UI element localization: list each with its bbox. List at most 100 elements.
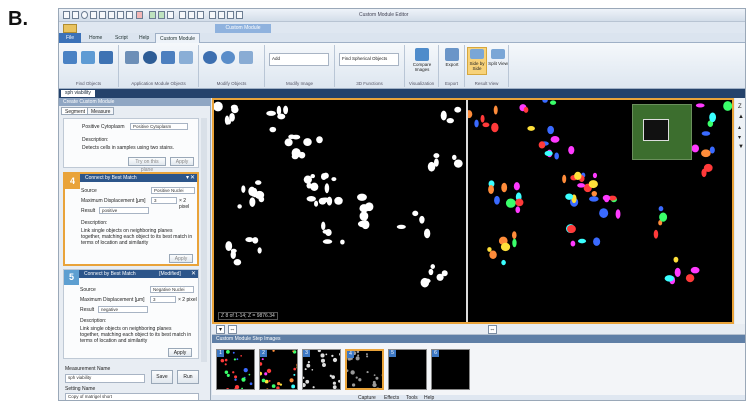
zoom-icon[interactable]: Z	[738, 104, 742, 110]
result-field[interactable]: positive	[99, 207, 149, 214]
tab-help[interactable]: Help	[135, 33, 153, 43]
image-viewer[interactable]: Z 8 of 1-14; Z = 9876.34	[212, 98, 734, 324]
step-thumbnail[interactable]: 5	[388, 349, 427, 390]
filter-icon[interactable]	[179, 51, 193, 64]
ring-icon[interactable]	[143, 51, 157, 64]
step-thumbnail[interactable]: 1	[216, 349, 255, 390]
cell-blob	[592, 172, 598, 179]
split-icon[interactable]	[239, 51, 253, 64]
apply-button[interactable]: Apply	[170, 157, 194, 166]
text-tool-icon[interactable]	[126, 11, 133, 19]
cell-blob	[566, 225, 576, 234]
tools-icon[interactable]	[209, 11, 216, 19]
spherical-objects-field[interactable]: Find Spherical Objects	[339, 53, 399, 66]
tab-custom-module[interactable]: Custom Module	[155, 33, 201, 43]
app-object-icon[interactable]	[125, 51, 139, 64]
try-button[interactable]: Try on this plane	[128, 157, 166, 173]
export-icon[interactable]	[445, 48, 459, 61]
compare-images-label[interactable]: Compare Images	[407, 62, 437, 72]
close-icon[interactable]: ✕	[190, 174, 195, 181]
status-item[interactable]: Capture	[358, 395, 376, 400]
document-tab[interactable]: sph viability	[61, 90, 95, 97]
status-item[interactable]: Help	[424, 395, 434, 400]
cell-blob	[324, 183, 330, 194]
find-nuclei-icon[interactable]	[99, 51, 113, 64]
histogram-icon[interactable]	[167, 11, 174, 19]
select-tool-icon[interactable]	[63, 11, 70, 19]
thumb-blob	[305, 379, 310, 384]
tools4-icon[interactable]	[236, 11, 243, 19]
down-arrow-icon[interactable]: ▼	[738, 144, 744, 150]
find-spots-icon[interactable]	[81, 51, 95, 64]
measure-tool-icon[interactable]	[117, 11, 124, 19]
cell-blob	[225, 241, 233, 252]
source-select[interactable]: Positive Nuclei	[151, 187, 195, 194]
cell-blob	[241, 185, 246, 193]
sync-arrows-icon[interactable]: ⇔	[228, 325, 237, 334]
source-select[interactable]: Negative Nuclei	[150, 286, 194, 293]
cell-blob	[723, 101, 732, 111]
add-field[interactable]: Add	[269, 53, 329, 66]
split-view-label[interactable]: Split View	[488, 61, 508, 66]
step-thumbnail[interactable]: 3	[302, 349, 341, 390]
line-tool-icon[interactable]	[108, 11, 115, 19]
tab-measure[interactable]: Measure	[87, 107, 115, 115]
tab-segment[interactable]: Segment	[61, 107, 90, 115]
apply-button[interactable]: Apply	[169, 254, 193, 263]
cell-blob	[359, 211, 369, 221]
export-label[interactable]: Export	[439, 62, 465, 67]
stack-icon[interactable]	[188, 11, 195, 19]
tools2-icon[interactable]	[218, 11, 225, 19]
status-item[interactable]: Effects	[384, 395, 399, 400]
tab-file[interactable]: File	[59, 33, 81, 43]
camera-icon[interactable]	[179, 11, 186, 19]
displacement-input[interactable]: 3	[150, 296, 176, 303]
play-icon[interactable]	[149, 11, 156, 19]
freehand-tool-icon[interactable]	[99, 11, 106, 19]
rectangle-tool-icon[interactable]	[72, 11, 79, 19]
down-step-icon[interactable]: ▾	[738, 134, 741, 141]
cell-blob	[231, 106, 239, 114]
status-item[interactable]: Tools	[406, 395, 418, 400]
thumb-blob	[347, 369, 349, 372]
compare-images-icon[interactable]	[415, 48, 429, 61]
dropdown-icon[interactable]: ▾	[216, 325, 225, 334]
merge-icon[interactable]	[221, 51, 235, 64]
step-thumbnail-selected[interactable]: 4	[345, 349, 384, 390]
status-bar: Capture Effects Tools Help	[212, 395, 745, 400]
apply-button[interactable]: Apply	[168, 348, 192, 357]
step-thumbnail[interactable]: 6	[431, 349, 470, 390]
displacement-input[interactable]: 3	[151, 197, 177, 204]
sync-arrows-icon[interactable]: ⇔	[488, 325, 497, 334]
split-view-icon[interactable]	[491, 49, 505, 59]
tools3-icon[interactable]	[227, 11, 234, 19]
ellipse-tool-icon[interactable]	[81, 11, 88, 19]
cytoplasm-field[interactable]: Positive Cytoplasm	[130, 123, 188, 130]
folder-icon[interactable]	[63, 24, 77, 33]
step-icon[interactable]	[158, 11, 165, 19]
overview-minimap[interactable]	[632, 104, 692, 160]
cell-blob	[695, 103, 705, 108]
cell-blob	[487, 247, 492, 252]
measurement-name-input[interactable]: sph viability	[65, 374, 145, 383]
setting-name-input[interactable]: Copy of matrigel short	[65, 393, 199, 400]
tab-script[interactable]: Script	[111, 33, 132, 43]
result-field[interactable]: negative	[98, 306, 148, 313]
run-button[interactable]: Run	[177, 370, 199, 384]
panel-scrollbar[interactable]	[201, 118, 207, 362]
find-cells-icon[interactable]	[63, 51, 77, 64]
up-step-icon[interactable]: ▴	[738, 124, 741, 131]
close-icon[interactable]: ✕	[191, 270, 196, 277]
grow-icon[interactable]	[203, 51, 217, 64]
polygon-tool-icon[interactable]	[90, 11, 97, 19]
save-button[interactable]: Save	[151, 370, 173, 384]
grid-icon[interactable]	[197, 11, 204, 19]
collapse-icon[interactable]: ▾	[186, 174, 189, 181]
minimap-viewport[interactable]	[643, 119, 669, 141]
tab-home[interactable]: Home	[85, 33, 106, 43]
up-arrow-icon[interactable]: ▲	[738, 114, 744, 120]
step-thumbnail[interactable]: 2	[259, 349, 298, 390]
branch-icon[interactable]	[161, 51, 175, 64]
modified-badge: [Modified]	[159, 271, 181, 277]
stop-icon[interactable]	[136, 11, 143, 19]
